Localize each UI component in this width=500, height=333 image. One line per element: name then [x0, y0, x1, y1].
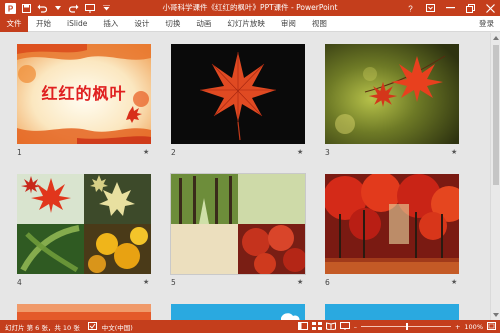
- slide-9-image: [325, 304, 459, 320]
- scroll-down-icon[interactable]: [492, 311, 500, 319]
- svg-text:P: P: [7, 4, 13, 13]
- tab-transitions[interactable]: 切换: [157, 16, 188, 32]
- zoom-slider-thumb[interactable]: [405, 323, 408, 330]
- view-and-zoom-controls: – + 100%: [297, 320, 496, 333]
- slide-count-status: 幻灯片 第 6 张，共 10 张: [5, 323, 80, 332]
- restore-icon[interactable]: [460, 0, 480, 16]
- slideshow-icon[interactable]: [82, 0, 98, 16]
- slide-thumbnail-3[interactable]: [325, 44, 459, 144]
- tab-file[interactable]: 文件: [0, 15, 28, 32]
- minimize-icon[interactable]: [440, 0, 460, 16]
- login-link[interactable]: 登录: [479, 16, 494, 32]
- slide-number-2: 2: [171, 148, 176, 157]
- slide-thumbnail-9[interactable]: [325, 304, 459, 320]
- tab-view[interactable]: 视图: [304, 16, 335, 32]
- slide-thumbnail-7[interactable]: [17, 304, 151, 320]
- tab-slideshow[interactable]: 幻灯片放映: [219, 16, 273, 32]
- svg-text:?: ?: [408, 4, 413, 13]
- normal-view-icon[interactable]: [297, 321, 308, 332]
- fit-to-window-icon[interactable]: [487, 321, 496, 332]
- slide-thumbnail-6[interactable]: [325, 174, 459, 274]
- scrollbar-thumb[interactable]: [493, 45, 499, 185]
- zoom-slider[interactable]: [360, 323, 451, 330]
- zoom-in-button[interactable]: +: [455, 323, 460, 331]
- tab-home[interactable]: 开始: [28, 16, 59, 32]
- slide-thumbnail-2[interactable]: [171, 44, 305, 144]
- dropdown-icon[interactable]: [50, 0, 66, 16]
- quick-access-toolbar: P: [0, 0, 114, 16]
- slide-thumbnail-5[interactable]: [170, 173, 306, 275]
- close-icon[interactable]: [480, 0, 500, 16]
- slide-thumbnail-8[interactable]: [171, 304, 305, 320]
- slide-3-image: [325, 44, 459, 144]
- slide-1-title: 红红的枫叶: [41, 84, 127, 103]
- tab-insert[interactable]: 插入: [95, 16, 126, 32]
- status-bar: 幻灯片 第 6 张，共 10 张 中文(中国) – + 100%: [0, 320, 500, 333]
- redo-icon[interactable]: [66, 0, 82, 16]
- animation-star-icon: ★: [143, 278, 150, 286]
- slide-sorter-view-icon[interactable]: [311, 321, 322, 332]
- tab-animations[interactable]: 动画: [188, 16, 219, 32]
- slide-7-image: [17, 304, 151, 320]
- help-icon[interactable]: ?: [400, 0, 420, 16]
- scroll-up-icon[interactable]: [492, 34, 500, 42]
- zoom-level[interactable]: 100%: [464, 323, 483, 331]
- tab-review[interactable]: 审阅: [273, 16, 304, 32]
- animation-star-icon: ★: [297, 278, 304, 286]
- reading-view-icon[interactable]: [325, 321, 336, 332]
- slide-number-1: 1: [17, 148, 22, 157]
- zoom-out-button[interactable]: –: [354, 323, 357, 331]
- slide-number-3: 3: [325, 148, 330, 157]
- title-bar: P 小哥科学课件《红红的枫叶》PPT课件 - PowerPoint ?: [0, 0, 500, 16]
- powerpoint-logo-icon[interactable]: P: [2, 0, 18, 16]
- slide-thumbnail-1[interactable]: 红红的枫叶: [17, 44, 151, 144]
- slide-4-image: [17, 174, 151, 274]
- animation-star-icon: ★: [297, 148, 304, 156]
- animation-star-icon: ★: [143, 148, 150, 156]
- slide-6-image: [325, 174, 459, 274]
- undo-icon[interactable]: [34, 0, 50, 16]
- spelling-icon[interactable]: [80, 321, 97, 332]
- slide-number-4: 4: [17, 278, 22, 287]
- slide-8-image: [171, 304, 305, 320]
- tab-islide[interactable]: iSlide: [59, 16, 95, 32]
- save-icon[interactable]: [18, 0, 34, 16]
- vertical-scrollbar[interactable]: [490, 33, 500, 320]
- ribbon-tabs: 文件 开始 iSlide 插入 设计 切换 动画 幻灯片放映 审阅 视图 登录: [0, 15, 500, 32]
- animation-star-icon: ★: [451, 148, 458, 156]
- window-controls: ?: [400, 0, 500, 16]
- slide-thumbnail-4[interactable]: [17, 174, 151, 274]
- language-status[interactable]: 中文(中国): [97, 322, 133, 332]
- slide-5-image: [171, 174, 305, 274]
- customize-qat-icon[interactable]: [98, 0, 114, 16]
- slide-number-5: 5: [171, 278, 176, 287]
- slide-number-6: 6: [325, 278, 330, 287]
- slide-sorter: 红红的枫叶 1 ★ 2 ★ 3 ★ 4 ★ 5 ★ 6 ★: [0, 33, 500, 320]
- ribbon-display-icon[interactable]: [420, 0, 440, 16]
- slideshow-view-icon[interactable]: [339, 321, 350, 332]
- slide-2-image: [171, 44, 305, 144]
- tab-design[interactable]: 设计: [126, 16, 157, 32]
- animation-star-icon: ★: [451, 278, 458, 286]
